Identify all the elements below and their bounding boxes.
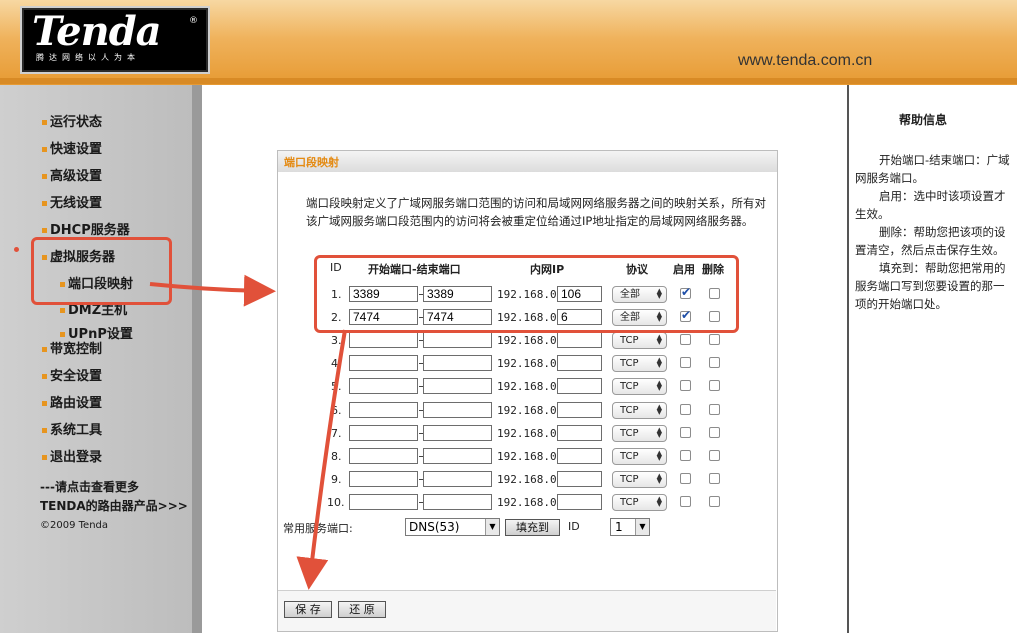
annotation-arrows bbox=[149, 274, 347, 590]
arrow-to-table bbox=[149, 274, 276, 307]
arrow-to-save bbox=[296, 329, 347, 590]
